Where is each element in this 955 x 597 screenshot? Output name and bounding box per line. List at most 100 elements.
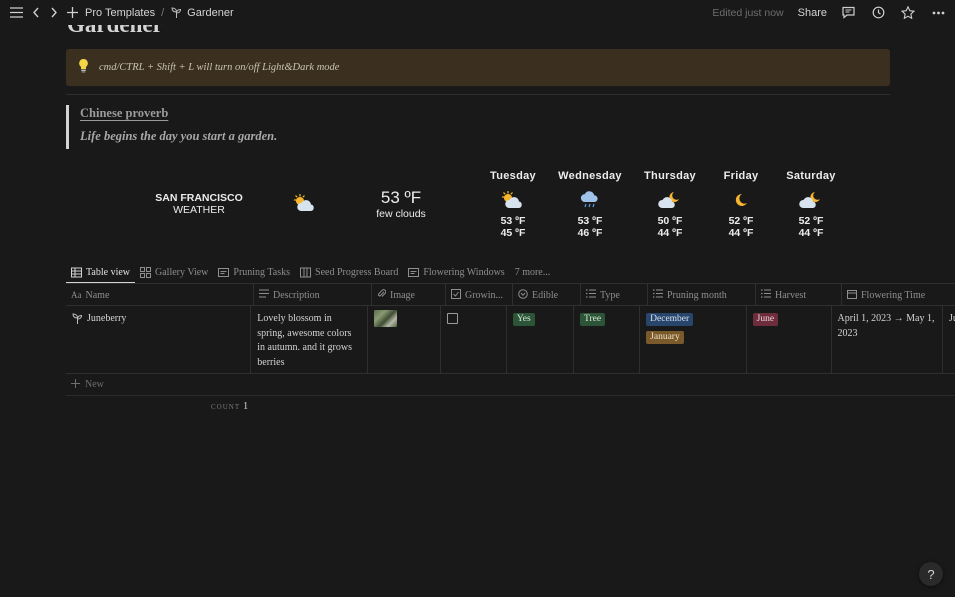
rain-cloud-icon (555, 187, 625, 213)
list-view-icon (218, 267, 230, 278)
back-icon[interactable] (27, 4, 45, 22)
tab-label: Pruning Tasks (233, 267, 291, 278)
database-view-tabs: Table view Gallery View Pruning Tasks Se… (66, 258, 555, 284)
tab-seed-progress-board[interactable]: Seed Progress Board (295, 258, 403, 284)
table-count[interactable]: COUNT 1 (211, 401, 248, 412)
column-label: Description (273, 289, 320, 301)
tab-label: Seed Progress Board (315, 267, 399, 278)
column-header-name[interactable]: Aa Name (66, 284, 254, 306)
forecast-low: 44 ºF (728, 227, 754, 239)
forecast-high: 52 ºF (798, 215, 824, 227)
multi-select-icon (761, 289, 771, 301)
multi-select-icon (653, 289, 663, 301)
row-title: Juneberry (87, 313, 127, 324)
cell-name[interactable]: Juneberry (66, 306, 252, 373)
column-header-type[interactable]: Type (581, 284, 648, 306)
column-header-flowering-time[interactable]: Flowering Time (842, 284, 955, 306)
column-header-image[interactable]: Image (372, 284, 446, 306)
edited-status: Edited just now (712, 6, 784, 19)
forward-icon[interactable] (45, 4, 63, 22)
harvest-tag: June (752, 313, 779, 326)
add-page-icon[interactable] (63, 4, 81, 22)
text-property-icon: Aa (71, 290, 82, 300)
select-property-icon (518, 288, 528, 302)
cell-flowering-time[interactable]: April 1, 2023 → May 1, 2023 (832, 306, 943, 373)
forecast-day: Saturday 52 ºF 44 ºF (776, 169, 846, 239)
forecast-day-name: Friday (723, 170, 759, 182)
more-views-label: 7 more... (514, 267, 551, 278)
callout-text: cmd/CTRL + Shift + L will turn on/off Li… (99, 62, 340, 73)
cell-pruning-month[interactable]: December January (640, 306, 747, 373)
more-options-icon[interactable] (929, 4, 947, 22)
type-tag: Tree (580, 313, 606, 326)
count-value: 1 (243, 401, 249, 412)
pruning-tag-january: January (646, 331, 684, 344)
column-header-edible[interactable]: Edible (513, 284, 581, 306)
next-column-text: Ju (948, 313, 955, 324)
forecast-day-name: Thursday (644, 170, 696, 182)
juneberry-thumbnail[interactable] (373, 310, 397, 327)
text-lines-icon (259, 289, 269, 301)
sprout-icon (72, 313, 83, 373)
forecast-day-name: Tuesday (490, 170, 536, 182)
column-label: Name (85, 289, 110, 301)
column-header-pruning-month[interactable]: Pruning month (648, 284, 756, 306)
history-icon[interactable] (869, 4, 887, 22)
column-header-harvest[interactable]: Harvest (756, 284, 842, 306)
weather-label: WEATHER (173, 204, 225, 216)
help-button[interactable]: ? (919, 562, 943, 586)
quote-block[interactable]: Chinese proverb Life begins the day you … (66, 105, 277, 149)
gallery-icon (140, 267, 152, 278)
cell-type[interactable]: Tree (574, 306, 641, 373)
topbar-actions: Edited just now Share (712, 0, 947, 25)
page-title[interactable]: Gardener (67, 25, 267, 36)
column-header-description[interactable]: Description (254, 284, 372, 306)
tab-label: Gallery View (155, 267, 209, 278)
tab-table-view[interactable]: Table view (66, 258, 136, 284)
column-label: Edible (532, 289, 559, 301)
cell-edible[interactable]: Yes (507, 306, 574, 373)
cell-description[interactable]: Lovely blossom in spring, awesome colors… (251, 306, 368, 373)
tab-flowering-windows[interactable]: Flowering Windows (403, 258, 509, 284)
breadcrumb-gardener[interactable]: Gardener (187, 7, 233, 19)
quote-text: Life begins the day you start a garden. (80, 129, 278, 143)
tab-label: Table view (86, 267, 131, 278)
star-icon[interactable] (899, 4, 917, 22)
forecast-day-name: Saturday (786, 170, 836, 182)
list-view-icon (408, 267, 420, 278)
moon-cloud-icon (635, 187, 705, 213)
growing-checkbox[interactable] (446, 313, 458, 324)
table-row[interactable]: Juneberry Lovely blossom in spring, awes… (66, 306, 955, 374)
multi-select-icon (586, 289, 596, 301)
column-header-growing[interactable]: Growin... (446, 284, 513, 306)
quote-title[interactable]: Chinese proverb (80, 105, 277, 122)
forecast-high: 52 ºF (728, 215, 754, 227)
sun-cloud-icon (478, 187, 548, 213)
edible-tag: Yes (512, 313, 535, 326)
weather-current-desc: few clouds (376, 208, 426, 220)
forecast-low: 46 ºF (577, 227, 603, 239)
sun-cloud-icon (292, 193, 318, 218)
comment-icon[interactable] (839, 4, 857, 22)
forecast-day-name: Wednesday (558, 170, 622, 182)
menu-icon[interactable] (7, 4, 25, 22)
forecast-low: 44 ºF (798, 227, 824, 239)
divider (66, 94, 890, 95)
tab-label: Flowering Windows (423, 267, 505, 278)
cell-harvest[interactable]: June (747, 306, 832, 373)
calendar-icon (847, 289, 857, 302)
column-label: Flowering Time (861, 289, 926, 301)
tab-gallery-view[interactable]: Gallery View (135, 258, 213, 284)
share-button[interactable]: Share (798, 7, 827, 19)
callout-block[interactable]: cmd/CTRL + Shift + L will turn on/off Li… (66, 49, 890, 86)
more-views-button[interactable]: 7 more... (510, 258, 556, 284)
top-bar: Pro Templates / Gardener Edited just now… (0, 0, 955, 25)
moon-cloud-icon (776, 187, 846, 213)
new-row-button[interactable]: New (66, 374, 955, 396)
cell-next-column[interactable]: Ju (943, 306, 955, 373)
cell-image[interactable] (368, 306, 441, 373)
cell-growing[interactable] (441, 306, 507, 373)
tab-pruning-tasks[interactable]: Pruning Tasks (213, 258, 295, 284)
page-title-container: Gardener (67, 25, 267, 37)
breadcrumb-pro-templates[interactable]: Pro Templates (85, 7, 155, 19)
